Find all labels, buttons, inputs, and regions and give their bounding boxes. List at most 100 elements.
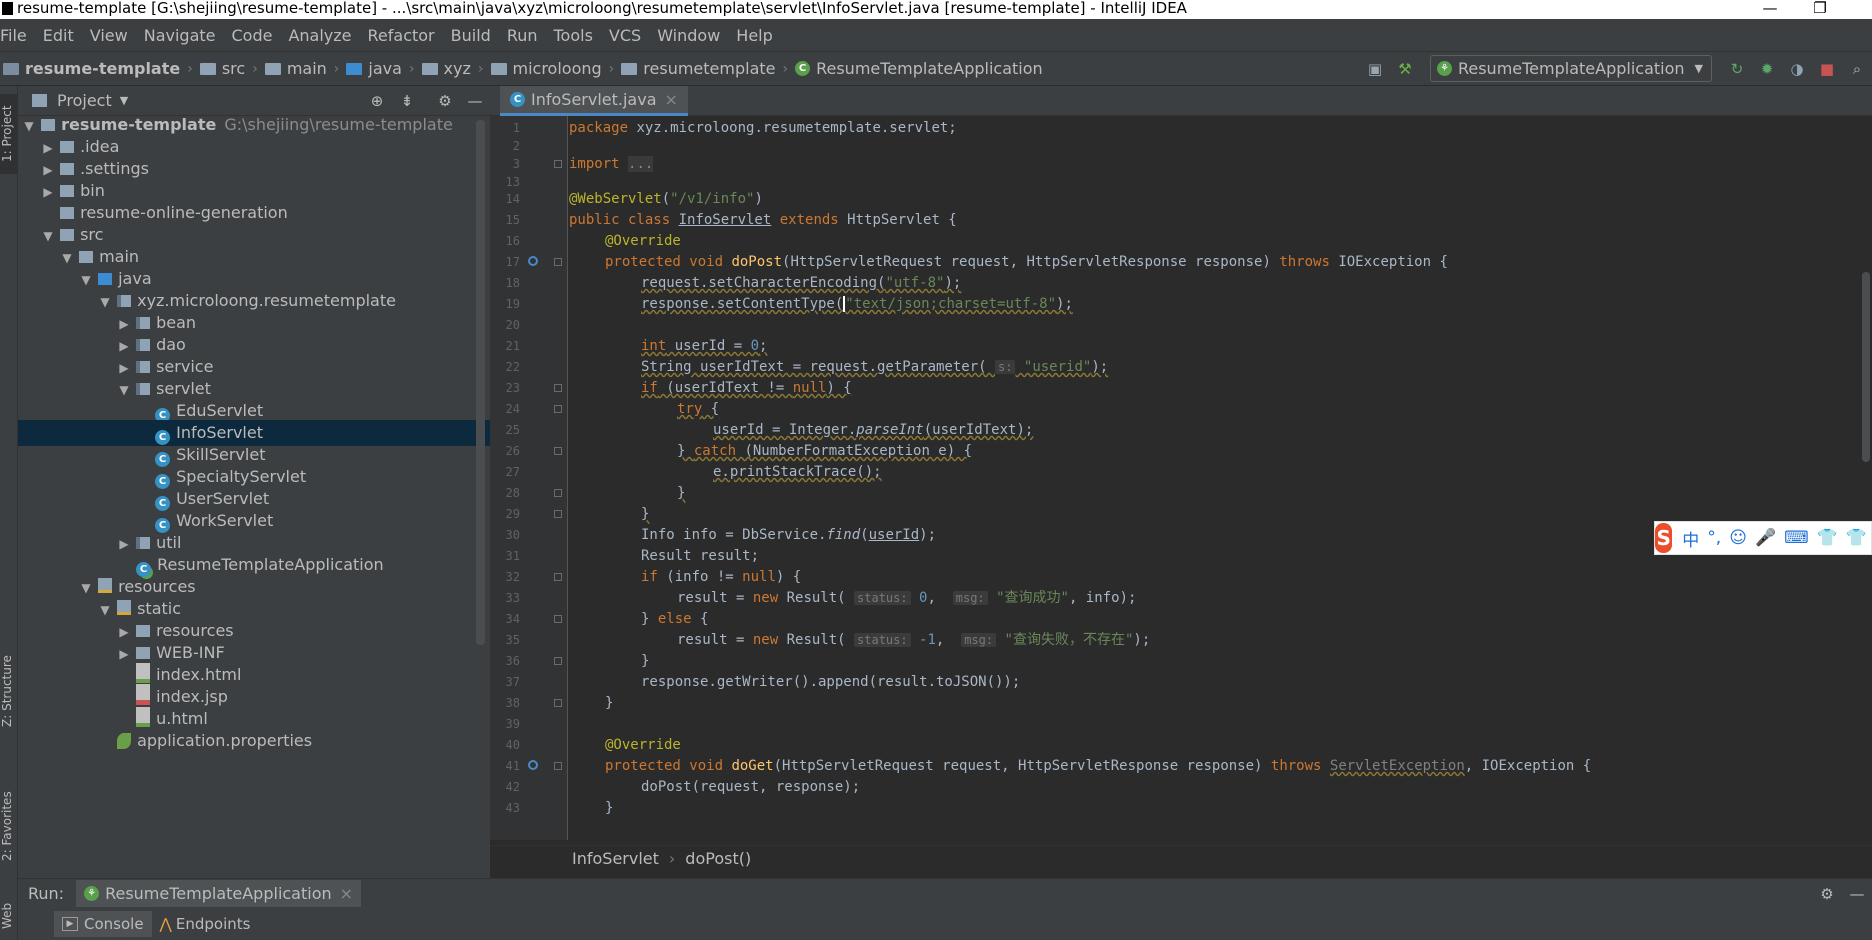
ime-chinese-mode[interactable]: 中 (1682, 526, 1699, 551)
code-editor[interactable]: package xyz.microloong.resumetemplate.se… (569, 116, 1869, 840)
tree-item-label: application.properties (137, 731, 313, 750)
fold-marker-icon[interactable] (554, 699, 562, 707)
chevron-down-icon: ▼ (1694, 62, 1703, 75)
tool-window-structure[interactable]: Z: Structure (0, 641, 18, 741)
console-tab-label: Console (84, 915, 144, 933)
override-method-icon[interactable] (528, 256, 538, 266)
gear-icon[interactable]: ⚙ (1818, 885, 1836, 903)
menu-analyze[interactable]: Analyze (280, 26, 359, 45)
run-config-tab[interactable]: ⚘ ResumeTemplateApplication × (76, 880, 362, 907)
hide-panel-icon[interactable]: — (1848, 885, 1866, 903)
code-line-3: import ... (569, 154, 654, 175)
chevron-down-icon[interactable]: ▼ (120, 94, 128, 107)
fold-marker-icon[interactable] (554, 489, 562, 497)
fold-marker-icon[interactable] (554, 657, 562, 665)
minimize-button[interactable]: — (1750, 0, 1790, 17)
line-number: 15 (505, 213, 520, 227)
coverage-icon[interactable]: ◑ (1788, 60, 1806, 78)
fold-marker-icon[interactable] (554, 762, 562, 770)
folded-imports[interactable]: ... (628, 156, 654, 172)
menu-run[interactable]: Run (499, 26, 546, 45)
tool-window-favorites[interactable]: 2: Favorites (0, 776, 18, 876)
ime-punctuation-icon[interactable]: °, (1707, 528, 1721, 548)
fold-marker-icon[interactable] (554, 573, 562, 581)
restore-button[interactable]: ❐ (1800, 0, 1840, 17)
token-text: ( (860, 527, 869, 543)
token-text: (info != (657, 569, 743, 585)
ime-skin-icon[interactable]: 👕 (1817, 528, 1838, 548)
source-folder-icon (346, 62, 363, 75)
nav-crumb-microloong[interactable]: microloong (488, 59, 605, 78)
fold-marker-icon[interactable] (554, 615, 562, 623)
menu-build[interactable]: Build (443, 26, 499, 45)
tool-window-project[interactable]: 1: Project (0, 94, 18, 174)
nav-crumb-xyz[interactable]: xyz (419, 59, 474, 78)
rerun-icon[interactable]: ↻ (1728, 60, 1746, 78)
breadcrumb-class[interactable]: InfoServlet (572, 849, 659, 868)
tree-item-path: G:\shejiing\resume-template (224, 116, 453, 134)
token-text: request.setCharacterEncoding( (641, 275, 886, 291)
project-view-selector[interactable]: Project (57, 91, 112, 110)
fold-marker-icon[interactable] (554, 447, 562, 455)
gear-icon[interactable]: ⚙ (436, 92, 454, 110)
override-method-icon[interactable] (528, 760, 538, 770)
editor-scrollbar[interactable] (1862, 272, 1870, 462)
fold-marker-icon[interactable] (554, 258, 562, 266)
code-line-15: public class InfoServlet extends HttpSer… (569, 210, 957, 231)
breadcrumb-method[interactable]: doPost() (685, 849, 751, 868)
stop-icon[interactable]: ■ (1818, 60, 1836, 78)
nav-crumb-resumetemplate[interactable]: resumetemplate (618, 59, 778, 78)
menu-window[interactable]: Window (649, 26, 728, 45)
console-tab[interactable]: ▶ Console (54, 911, 152, 937)
ime-voice-icon[interactable]: 🎤 (1755, 528, 1776, 548)
fold-marker-icon[interactable] (554, 510, 562, 518)
package-icon (621, 62, 638, 75)
menu-edit[interactable]: Edit (35, 26, 82, 45)
fold-marker-icon[interactable] (554, 384, 562, 392)
menu-view[interactable]: View (82, 26, 136, 45)
collapse-all-icon[interactable]: ⇟ (398, 92, 416, 110)
ime-toolbox-icon[interactable]: 👕 (1846, 528, 1867, 548)
close-tab-icon[interactable]: × (340, 884, 353, 903)
hide-panel-icon[interactable]: — (466, 92, 484, 110)
nav-crumb-src[interactable]: src (197, 59, 248, 78)
debug-bug-icon[interactable]: ✹ (1758, 60, 1776, 78)
nav-crumb-project[interactable]: resume-template (0, 59, 183, 78)
line-number: 42 (505, 780, 520, 794)
editor-tab-infoservlet[interactable]: C InfoServlet.java × (500, 86, 688, 116)
project-structure-icon[interactable]: ▣ (1366, 60, 1384, 78)
package-icon (490, 62, 507, 75)
menu-refactor[interactable]: Refactor (360, 26, 443, 45)
close-tab-icon[interactable]: × (665, 90, 678, 109)
tool-window-web[interactable]: Web (0, 896, 18, 936)
menu-navigate[interactable]: Navigate (136, 26, 224, 45)
menu-help[interactable]: Help (728, 26, 780, 45)
code-line-29: } (641, 504, 649, 525)
fold-marker-icon[interactable] (554, 160, 562, 168)
ime-emoji-icon[interactable]: ☺ (1729, 528, 1747, 548)
nav-crumb-java[interactable]: java (343, 59, 405, 78)
run-configuration-select[interactable]: ⚘ ResumeTemplateApplication ▼ (1429, 55, 1712, 82)
folder-icon (41, 119, 56, 131)
code-line-31: Result result; (641, 546, 759, 567)
token-text: ); (919, 527, 937, 543)
token-static-method: parseInt (856, 422, 924, 438)
line-number: 20 (505, 318, 520, 332)
endpoints-tab[interactable]: ⋀ Endpoints (152, 911, 259, 937)
fold-marker-icon[interactable] (554, 405, 562, 413)
menu-code[interactable]: Code (224, 26, 281, 45)
project-tree-scrollbar[interactable] (476, 120, 485, 645)
menu-tools[interactable]: Tools (546, 26, 601, 45)
menu-vcs[interactable]: VCS (601, 26, 649, 45)
locate-file-icon[interactable]: ⊕ (368, 92, 386, 110)
tree-item[interactable]: application.properties (18, 728, 490, 754)
tree-item-label: resources (156, 621, 234, 640)
token-text: e.printStackTrace(); (713, 464, 882, 480)
nav-crumb-application[interactable]: C ResumeTemplateApplication (792, 59, 1046, 78)
build-hammer-icon[interactable]: ⚒ (1396, 60, 1414, 78)
nav-crumb-main[interactable]: main (262, 59, 330, 78)
ime-keyboard-icon[interactable]: ⌨ (1784, 528, 1809, 548)
search-icon[interactable]: ⌕ (1848, 60, 1866, 78)
sogou-logo-icon[interactable]: S (1655, 523, 1673, 553)
menu-file[interactable]: File (0, 26, 35, 45)
